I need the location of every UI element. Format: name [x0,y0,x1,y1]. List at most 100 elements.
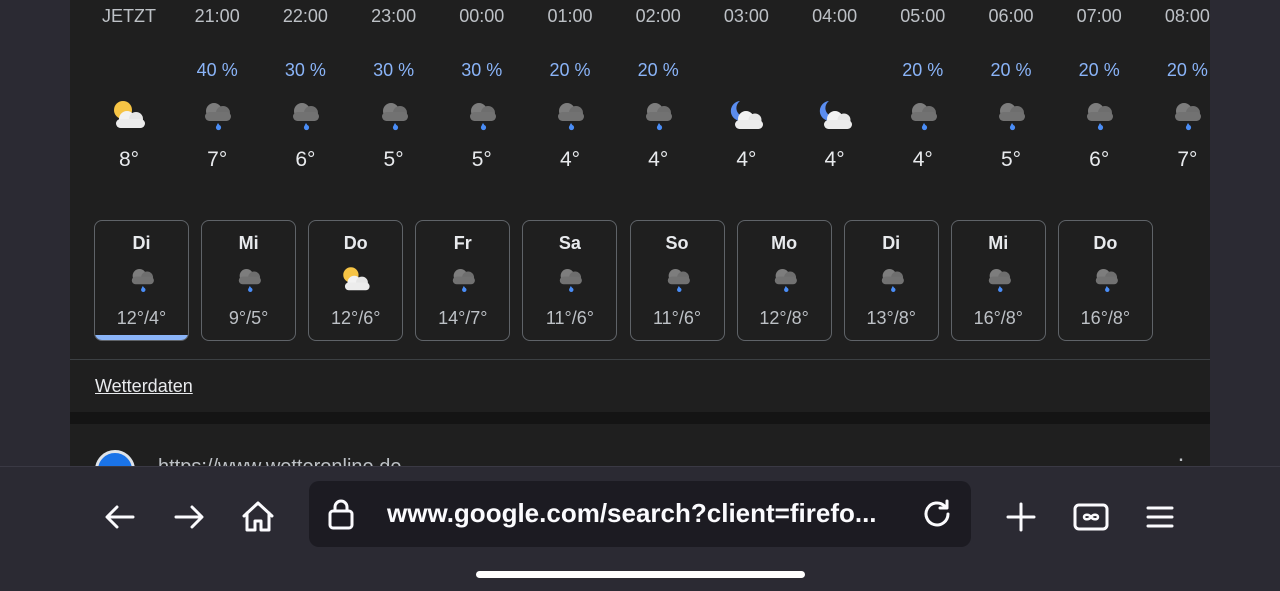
day-card[interactable]: Do 12°/6° [308,220,404,341]
menu-button[interactable] [1140,497,1180,537]
site-favicon-icon [95,450,135,466]
sun-cloud-icon [339,263,373,297]
hour-column: 08:00 20 % 7° [1143,0,1210,200]
hour-column: 06:00 20 % 5° [967,0,1055,200]
rain-cloud-icon [197,96,237,136]
precip-chance: 20 % [637,60,679,80]
moon-cloud-icon [726,96,766,136]
precip-chance: 20 % [902,60,944,80]
sun-cloud-icon [109,96,149,136]
google-weather-card: JETZT 8° 21:00 40 % 7° 22:00 30 % 6° 23:00 … [70,0,1210,466]
next-search-result[interactable]: https://www.wetteronline.de ⋮ [70,424,1210,466]
hour-time: JETZT [102,6,156,26]
arrow-right-icon [174,505,204,529]
hour-time: 07:00 [1076,6,1122,26]
hour-time: 02:00 [635,6,681,26]
forward-button[interactable] [169,497,209,537]
day-name: Di [882,233,901,253]
day-card[interactable]: So 11°/6° [629,220,725,341]
precip-chance: 30 % [284,60,326,80]
hour-temperature: 5° [383,148,404,171]
precip-chance: 20 % [1078,60,1120,80]
day-card[interactable]: Di 13°/8° [843,220,939,341]
rain-cloud-icon [875,263,909,297]
day-card[interactable]: Mi 9°/5° [201,220,297,341]
rain-cloud-icon [125,263,159,297]
rain-cloud-icon [374,96,414,136]
result-menu-icon[interactable]: ⋮ [1170,454,1192,466]
rain-cloud-icon [991,96,1031,136]
hour-temperature: 5° [471,148,492,171]
day-name: So [665,233,689,253]
hour-time: 05:00 [900,6,946,26]
hour-temperature: 5° [1000,148,1022,171]
day-name: Mi [238,233,259,253]
hour-column: 07:00 20 % 6° [1055,0,1143,200]
precip-chance: 30 % [461,60,503,80]
home-button[interactable] [238,497,278,537]
day-name: Do [1093,233,1118,253]
day-temperature-range: 9°/5° [228,308,269,328]
rain-cloud-icon [285,96,325,136]
day-card[interactable]: Di 12°/4° [94,220,189,341]
new-tab-button[interactable] [1001,497,1041,537]
rain-cloud-icon [1167,96,1207,136]
tabs-infinity-icon [1073,503,1109,531]
hour-temperature: 8° [118,148,140,171]
section-separator [70,412,1210,424]
day-card[interactable]: Fr 14°/7° [415,220,511,341]
hour-temperature: 4° [824,148,845,171]
day-temperature-range: 12°/6° [330,308,381,328]
reload-icon[interactable] [919,496,955,532]
rain-cloud-icon [446,263,480,297]
hour-time: 21:00 [194,6,240,26]
day-card[interactable]: Sa 11°/6° [522,220,618,341]
hour-temperature: 4° [648,148,669,171]
lock-icon[interactable] [325,497,357,531]
precip-chance: 30 % [373,60,415,80]
rain-cloud-icon [550,96,590,136]
hour-temperature: 7° [1177,148,1198,171]
hour-temperature: 7° [207,148,228,171]
hour-column: 04:00 4° [791,0,879,200]
day-temperature-range: 16°/8° [973,308,1024,328]
plus-icon [1006,502,1036,532]
hour-temperature: 4° [736,148,757,171]
day-name: Mi [988,233,1009,253]
hour-temperature: 4° [912,148,933,171]
moon-cloud-icon [815,96,855,136]
next-result-url[interactable]: https://www.wetteronline.de [158,456,401,466]
weather-data-link[interactable]: Wetterdaten [95,376,193,397]
rain-cloud-icon [903,96,943,136]
tabs-button[interactable] [1071,497,1111,537]
day-name: Di [132,233,151,253]
day-name: Sa [558,233,581,253]
hour-column: 23:00 30 % 5° [350,0,438,200]
day-card[interactable]: Mi 16°/8° [950,220,1046,341]
day-temperature-range: 12°/8° [759,308,809,328]
day-card[interactable]: Do 16°/8° [1057,220,1153,341]
url-text[interactable]: www.google.com/search?client=firefo... [387,498,877,529]
rain-cloud-icon [553,263,587,297]
day-temperature-range: 16°/8° [1080,308,1131,328]
day-temperature-range: 12°/4° [116,308,167,328]
rain-cloud-icon [1079,96,1119,136]
hour-column: 05:00 20 % 4° [879,0,967,200]
precip-chance: 20 % [990,60,1032,80]
home-indicator[interactable] [476,571,805,578]
day-temperature-range: 11°/6° [652,308,702,328]
day-card[interactable]: Mo 12°/8° [736,220,832,341]
day-temperature-range: 11°/6° [545,308,594,328]
hour-temperature: 6° [295,148,316,171]
day-name: Fr [453,233,472,253]
hour-time: 03:00 [723,6,769,26]
address-bar[interactable]: www.google.com/search?client=firefo... [309,481,971,547]
hour-temperature: 4° [559,148,581,171]
hour-column: 03:00 4° [702,0,790,200]
hamburger-icon [1146,506,1174,528]
hourly-forecast-strip[interactable]: JETZT 8° 21:00 40 % 7° 22:00 30 % 6° 23:00 … [70,0,1210,200]
back-button[interactable] [100,497,140,537]
hour-temperature: 6° [1089,148,1110,171]
rain-cloud-icon [982,263,1016,297]
hour-column: 21:00 40 % 7° [173,0,261,200]
